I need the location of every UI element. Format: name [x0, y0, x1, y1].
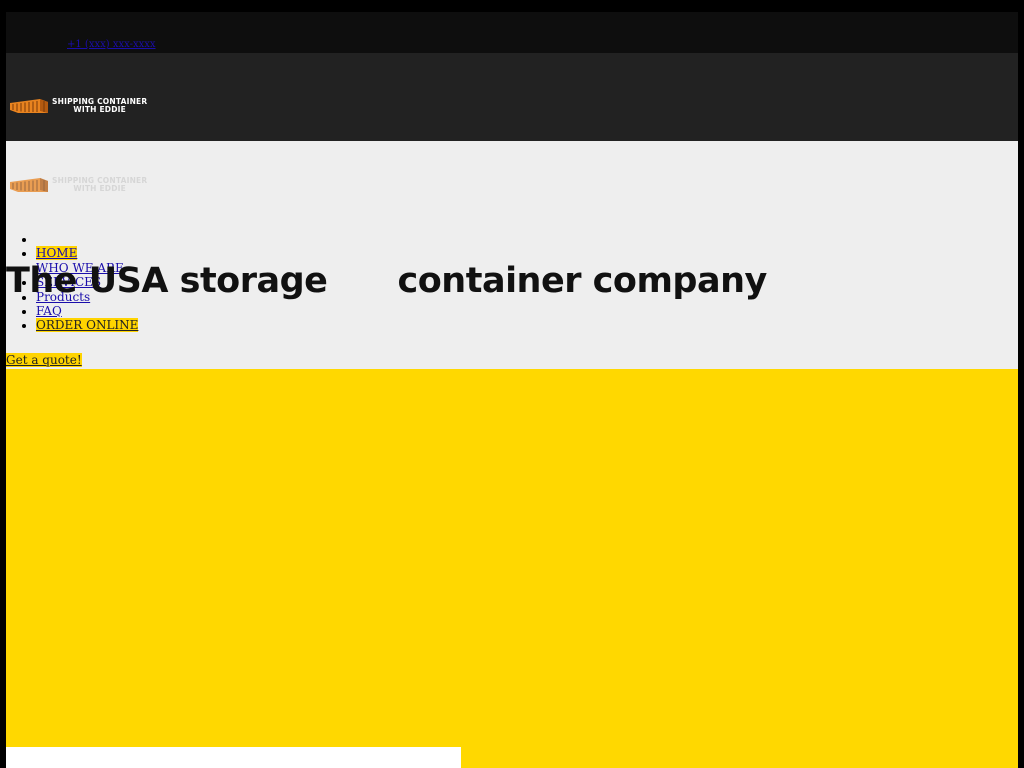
- logo-line-2: WITH EDDIE: [73, 184, 126, 193]
- nav-item-order-online: ORDER ONLINE: [36, 318, 139, 333]
- logo-wordmark: SHIPPING CONTAINER WITH EDDIE: [52, 177, 147, 193]
- top-bar: +1 (xxx) xxx-xxxx: [6, 12, 1018, 53]
- white-card: [6, 747, 461, 768]
- site-header: [6, 53, 1018, 141]
- hero-logo[interactable]: SHIPPING CONTAINER WITH EDDIE: [10, 177, 147, 193]
- nav-item-faq: FAQ: [36, 304, 138, 318]
- hero-headline: The USA storage container company: [6, 261, 767, 301]
- nav-link-order-online[interactable]: ORDER ONLINE: [36, 318, 139, 333]
- yellow-section: [6, 369, 1018, 768]
- container-logo-icon: [10, 178, 48, 192]
- nav-item-home: HOME: [36, 246, 138, 261]
- page-frame: +1 (xxx) xxx-xxxx SHIPPING CONTAINER WIT…: [6, 12, 1018, 768]
- nav-link-faq[interactable]: FAQ: [36, 304, 62, 318]
- nav-link-home[interactable]: HOME: [36, 246, 78, 261]
- logo-wordmark: SHIPPING CONTAINER WITH EDDIE: [52, 98, 147, 114]
- phone-link[interactable]: +1 (xxx) xxx-xxxx: [67, 39, 156, 50]
- logo-line-2: WITH EDDIE: [73, 105, 126, 114]
- site-logo[interactable]: SHIPPING CONTAINER WITH EDDIE: [10, 98, 147, 114]
- get-quote-button[interactable]: Get a quote!: [6, 353, 82, 367]
- container-logo-icon: [10, 99, 48, 113]
- hero-section: SHIPPING CONTAINER WITH EDDIE HOME WHO W…: [6, 141, 1018, 369]
- nav-item-empty: [36, 232, 138, 246]
